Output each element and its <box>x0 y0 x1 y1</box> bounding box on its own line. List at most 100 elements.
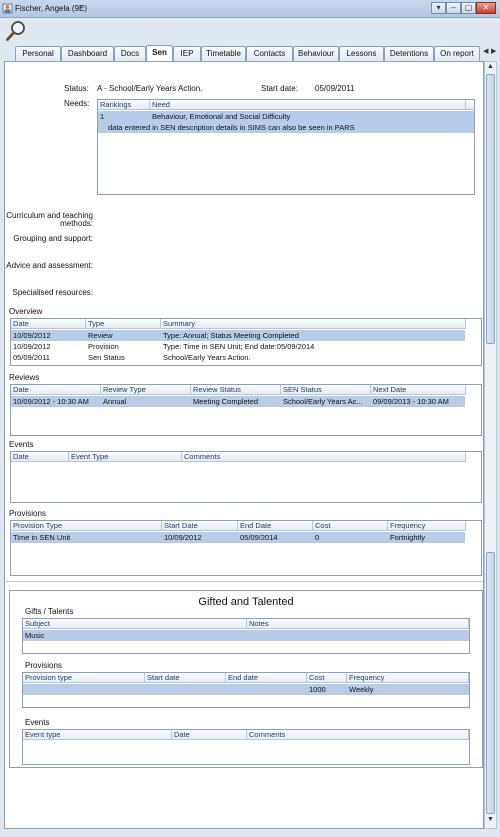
needs-grid[interactable]: Rankings Need 1 Behaviour, Emotional and… <box>97 99 475 195</box>
toolbar <box>0 18 500 44</box>
overview-row[interactable]: 10/09/2012 Provision Type: Time in SEN U… <box>11 341 465 352</box>
gifts-header-notes[interactable]: Notes <box>247 619 469 629</box>
tab-contacts[interactable]: Contacts <box>246 46 293 61</box>
provisions-header-start-date[interactable]: Start Date <box>162 521 238 531</box>
gt-provisions-header-start-date[interactable]: Start date <box>145 673 226 683</box>
tab-sen[interactable]: Sen <box>146 45 173 61</box>
needs-header-need[interactable]: Need <box>150 100 466 110</box>
reviews-grid[interactable]: Date Review Type Review Status SEN Statu… <box>10 384 482 436</box>
scroll-thumb-top[interactable] <box>486 74 495 344</box>
gifts-cell-notes <box>247 630 469 641</box>
reviews-header-review-status[interactable]: Review Status <box>191 385 281 395</box>
reviews-header-review-type[interactable]: Review Type <box>101 385 191 395</box>
gt-events-header-date[interactable]: Date <box>172 730 247 740</box>
gt-provisions-header-end-date[interactable]: End date <box>226 673 307 683</box>
reviews-header-sen-status[interactable]: SEN Status <box>281 385 371 395</box>
gifts-title: Gifts / Talents <box>25 607 74 616</box>
grouping-label: Grouping and support: <box>13 234 93 243</box>
gifts-grid[interactable]: Subject Notes Music <box>22 618 470 654</box>
tab-detentions[interactable]: Detentions <box>384 46 434 61</box>
events-header-date[interactable]: Date <box>11 452 69 462</box>
tab-scroll-right-icon[interactable]: ▶ <box>491 47 496 55</box>
provisions-header-end-date[interactable]: End Date <box>238 521 313 531</box>
provisions-grid[interactable]: Provision Type Start Date End Date Cost … <box>10 520 482 576</box>
gt-provisions-cell-type <box>23 684 145 695</box>
gt-provisions-grid[interactable]: Provision type Start date End date Cost … <box>22 672 470 708</box>
pin-icon[interactable]: ᵠ <box>80 3 84 12</box>
reviews-cell-sen-status: School/Early Years Ac... <box>283 397 363 406</box>
sen-content-panel: Status: A - School/Early Years Action. S… <box>4 61 484 829</box>
gt-provisions-cell-start-date <box>145 684 226 695</box>
tab-dashboard[interactable]: Dashboard <box>61 46 114 61</box>
overview-grid[interactable]: Date Type Summary 10/09/2012 Review Type… <box>10 318 482 366</box>
needs-cell-need: Behaviour, Emotional and Social Difficul… <box>152 112 291 121</box>
gt-provisions-cell-end-date <box>226 684 307 695</box>
reviews-cell-next-date: 09/09/2013 - 10:30 AM <box>373 397 449 406</box>
gifted-talented-panel: Gifted and Talented Gifts / Talents Subj… <box>9 590 483 768</box>
overview-cell-type: Review <box>88 331 113 340</box>
window-menu-button[interactable]: ▾ <box>431 2 446 14</box>
status-value: A - School/Early Years Action. <box>97 84 203 93</box>
events-grid[interactable]: Date Event Type Comments <box>10 451 482 503</box>
tab-behaviour[interactable]: Behaviour <box>293 46 339 61</box>
overview-header-date[interactable]: Date <box>11 319 86 329</box>
vertical-scrollbar[interactable]: ▲ ▼ <box>484 61 497 829</box>
provisions-row[interactable]: Time in SEN Unit 10/09/2012 05/09/2014 0… <box>11 532 465 543</box>
gt-provisions-row[interactable]: 1000 Weekly <box>23 684 469 695</box>
overview-row[interactable]: 10/09/2012 Review Type: Annual; Status M… <box>11 330 465 341</box>
reviews-title: Reviews <box>9 373 40 382</box>
reviews-row[interactable]: 10/09/2012 - 10:30 AM Annual Meeting Com… <box>11 396 465 407</box>
events-header-event-type[interactable]: Event Type <box>69 452 182 462</box>
reviews-header-date[interactable]: Date <box>11 385 101 395</box>
scroll-thumb[interactable] <box>486 552 495 814</box>
gifts-header-subject[interactable]: Subject <box>23 619 247 629</box>
curriculum-label-cont: methods: <box>60 219 93 228</box>
scroll-up-icon[interactable]: ▲ <box>485 63 496 74</box>
tab-iep[interactable]: IEP <box>173 46 201 61</box>
events-title: Events <box>9 440 34 449</box>
gt-provisions-title: Provisions <box>25 661 62 670</box>
specialised-label: Specialised resources: <box>12 288 93 297</box>
provisions-cell-end-date: 05/09/2014 <box>240 533 278 542</box>
events-header-comments[interactable]: Comments <box>182 452 466 462</box>
overview-cell-summary: School/Early Years Action. <box>163 353 251 362</box>
overview-cell-type: Sen Status <box>88 353 125 362</box>
overview-row[interactable]: 05/09/2011 Sen Status School/Early Years… <box>11 352 465 363</box>
gt-events-header-comments[interactable]: Comments <box>247 730 469 740</box>
window-title: Fischer, Angela (9E) <box>15 4 88 13</box>
overview-cell-summary: Type: Time in SEN Unit; End date:05/09/2… <box>163 342 315 351</box>
gifts-row[interactable]: Music <box>23 630 469 641</box>
maximize-button[interactable]: ▢ <box>461 2 476 14</box>
provisions-header-type[interactable]: Provision Type <box>11 521 162 531</box>
needs-header-rankings[interactable]: Rankings <box>98 100 150 110</box>
tab-on-report[interactable]: On report <box>434 46 480 61</box>
overview-cell-summary: Type: Annual; Status Meeting Completed <box>163 331 299 340</box>
provisions-header-cost[interactable]: Cost <box>313 521 388 531</box>
window-titlebar: Fischer, Angela (9E) ᵠ ▾ – ▢ ✕ <box>0 0 500 18</box>
provisions-header-frequency[interactable]: Frequency <box>388 521 466 531</box>
overview-cell-date: 10/09/2012 <box>13 342 51 351</box>
provisions-title: Provisions <box>9 509 46 518</box>
needs-row[interactable]: data entered in SEN description details … <box>98 122 474 133</box>
needs-row[interactable]: 1 Behaviour, Emotional and Social Diffic… <box>98 111 474 122</box>
gt-events-grid[interactable]: Event type Date Comments <box>22 729 470 765</box>
gt-provisions-cell-frequency: Weekly <box>349 685 374 694</box>
tab-lessons[interactable]: Lessons <box>339 46 384 61</box>
needs-label: Needs: <box>64 99 90 108</box>
gt-events-header-event-type[interactable]: Event type <box>23 730 172 740</box>
minimize-button[interactable]: – <box>446 2 461 14</box>
close-button[interactable]: ✕ <box>476 2 496 14</box>
tab-scroll-left-icon[interactable]: ◀ <box>483 47 488 55</box>
tab-personal[interactable]: Personal <box>15 46 61 61</box>
gt-provisions-header-type[interactable]: Provision type <box>23 673 145 683</box>
gt-provisions-header-cost[interactable]: Cost <box>307 673 347 683</box>
tab-timetable[interactable]: Timetable <box>201 46 246 61</box>
gt-provisions-header-frequency[interactable]: Frequency <box>347 673 469 683</box>
overview-header-summary[interactable]: Summary <box>161 319 466 329</box>
reviews-header-next-date[interactable]: Next Date <box>371 385 466 395</box>
search-icon[interactable] <box>5 20 27 42</box>
overview-header-type[interactable]: Type <box>86 319 161 329</box>
scroll-down-icon[interactable]: ▼ <box>485 816 496 827</box>
tab-docs[interactable]: Docs <box>114 46 146 61</box>
app-icon <box>2 3 13 14</box>
